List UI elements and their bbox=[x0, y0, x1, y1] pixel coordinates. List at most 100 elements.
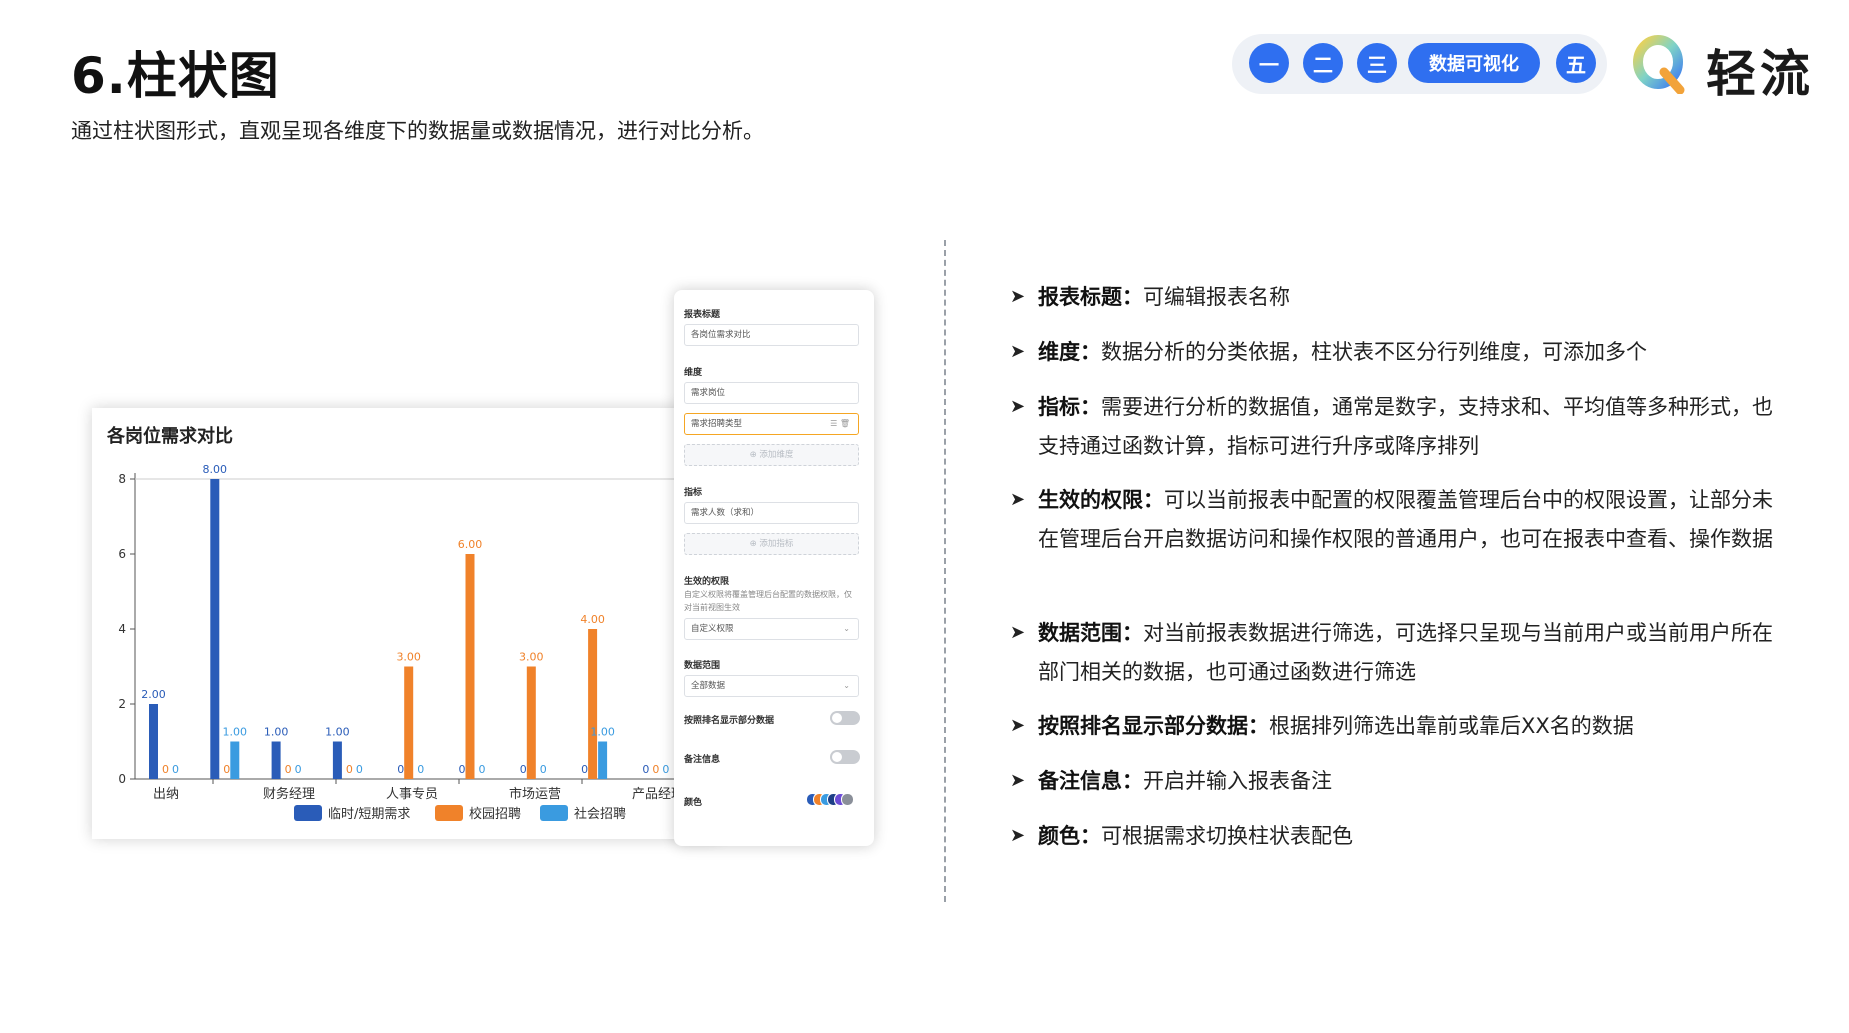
rank-toggle[interactable] bbox=[830, 711, 860, 725]
bar bbox=[332, 741, 342, 779]
delete-icon[interactable]: ☰ 🗑 bbox=[830, 414, 850, 434]
data-label: 2.00 bbox=[141, 688, 166, 701]
section-nav: 一 二 三 数据可视化 五 bbox=[1232, 34, 1607, 94]
feature-item: ➤ 维度：数据分析的分类依据，柱状表不区分行列维度，可添加多个 bbox=[1010, 333, 1790, 371]
permission-label: 生效的权限 bbox=[684, 577, 730, 587]
data-label: 0 bbox=[356, 763, 363, 776]
feature-item: ➤ 按照排名显示部分数据：根据排列筛选出靠前或靠后XX名的数据 bbox=[1010, 707, 1790, 745]
bar bbox=[210, 479, 220, 779]
feature-term: 备注信息： bbox=[1038, 769, 1143, 793]
permission-select[interactable]: 自定义权限 ⌄ bbox=[684, 618, 859, 640]
bar-chart: 024682.000 08.0001.00 1.000 01.000 0 03.000 06… bbox=[118, 463, 682, 822]
data-label: 1.00 bbox=[223, 726, 248, 739]
legend-swatch bbox=[435, 805, 463, 821]
arrow-icon: ➤ bbox=[1010, 825, 1026, 846]
data-label: 0 bbox=[662, 763, 669, 776]
feature-item: ➤ 报表标题：可编辑报表名称 bbox=[1010, 278, 1790, 316]
range-select[interactable]: 全部数据 ⌄ bbox=[684, 675, 859, 697]
data-label: 0 bbox=[520, 763, 527, 776]
feature-term: 生效的权限： bbox=[1038, 488, 1164, 512]
data-label: 0 bbox=[540, 763, 547, 776]
data-label: 8.00 bbox=[203, 463, 228, 476]
feature-desc: 需要进行分析的数据值，通常是数字，支持求和、平均值等多种形式，也支持通过函数计算… bbox=[1038, 395, 1773, 458]
chevron-down-icon: ⌄ bbox=[843, 681, 850, 690]
data-label: 0 bbox=[285, 763, 292, 776]
metric-field-1[interactable]: 需求人数（求和） bbox=[684, 502, 859, 524]
note-label: 备注信息 bbox=[684, 755, 721, 765]
y-tick-label: 6 bbox=[118, 547, 126, 561]
y-tick-label: 0 bbox=[118, 772, 126, 786]
data-label: 0 bbox=[479, 763, 486, 776]
bar bbox=[271, 741, 281, 779]
data-label: 0 bbox=[162, 763, 169, 776]
data-label: 4.00 bbox=[580, 613, 605, 626]
feature-term: 指标： bbox=[1038, 395, 1101, 419]
data-label: 1.00 bbox=[264, 726, 289, 739]
feature-text: 生效的权限：可以当前报表中配置的权限覆盖管理后台中的权限设置，让部分未在管理后台… bbox=[1038, 481, 1790, 558]
bar bbox=[598, 741, 608, 779]
nav-item-5[interactable]: 五 bbox=[1556, 43, 1596, 83]
nav-item-2[interactable]: 二 bbox=[1303, 43, 1343, 83]
feature-item: ➤ 备注信息：开启并输入报表备注 bbox=[1010, 762, 1790, 800]
range-select-value: 全部数据 bbox=[691, 681, 726, 691]
bar bbox=[588, 629, 598, 779]
feature-item: ➤ 生效的权限：可以当前报表中配置的权限覆盖管理后台中的权限设置，让部分未在管理后… bbox=[1010, 481, 1790, 596]
data-label: 3.00 bbox=[396, 651, 421, 664]
note-toggle[interactable] bbox=[830, 750, 860, 764]
feature-item: ➤ 颜色：可根据需求切换柱状表配色 bbox=[1010, 817, 1790, 855]
bar bbox=[149, 704, 158, 779]
bar bbox=[230, 741, 240, 779]
y-tick-label: 8 bbox=[118, 472, 126, 486]
x-tick-label: 财务经理 bbox=[263, 786, 315, 802]
metric-label: 指标 bbox=[684, 488, 703, 498]
dimension-field-1[interactable]: 需求岗位 bbox=[684, 382, 859, 404]
color-swatches[interactable] bbox=[806, 793, 862, 806]
legend-label: 临时/短期需求 bbox=[328, 807, 410, 822]
report-title-label: 报表标题 bbox=[684, 310, 721, 320]
permission-hint: 自定义权限将覆盖管理后台配置的数据权限，仅对当前视图生效 bbox=[684, 590, 852, 612]
data-label: 0 bbox=[223, 763, 230, 776]
y-tick-label: 2 bbox=[118, 697, 126, 711]
feature-desc: 开启并输入报表备注 bbox=[1143, 769, 1332, 793]
color-swatch[interactable] bbox=[841, 793, 854, 806]
bar bbox=[465, 554, 475, 779]
y-tick-label: 4 bbox=[118, 622, 126, 636]
arrow-icon: ➤ bbox=[1010, 396, 1026, 417]
data-label: 0 bbox=[397, 763, 404, 776]
dimension-field-2[interactable]: 需求招聘类型 ☰ 🗑 bbox=[684, 413, 859, 435]
brand-logo: 轻流 bbox=[1632, 34, 1822, 103]
nav-item-active[interactable]: 数据可视化 bbox=[1408, 43, 1540, 83]
feature-term: 维度： bbox=[1038, 340, 1101, 364]
feature-desc: 可根据需求切换柱状表配色 bbox=[1101, 824, 1353, 848]
brand-name: 轻流 bbox=[1706, 45, 1814, 103]
page-title: 6.柱状图 bbox=[71, 47, 280, 105]
range-label: 数据范围 bbox=[684, 661, 721, 671]
feature-term: 数据范围： bbox=[1038, 621, 1143, 645]
data-label: 0 bbox=[295, 763, 302, 776]
feature-text: 数据范围：对当前报表数据进行筛选，可选择只呈现与当前用户或当前用户所在部门相关的… bbox=[1038, 614, 1790, 691]
feature-text: 报表标题：可编辑报表名称 bbox=[1038, 278, 1790, 317]
data-label: 3.00 bbox=[519, 651, 544, 664]
feature-desc: 对当前报表数据进行筛选，可选择只呈现与当前用户或当前用户所在部门相关的数据，也可… bbox=[1038, 621, 1773, 684]
feature-text: 指标：需要进行分析的数据值，通常是数字，支持求和、平均值等多种形式，也支持通过函… bbox=[1038, 388, 1790, 465]
arrow-icon: ➤ bbox=[1010, 622, 1026, 643]
color-label: 颜色 bbox=[684, 798, 703, 808]
permission-select-value: 自定义权限 bbox=[691, 624, 734, 634]
feature-item: ➤ 指标：需要进行分析的数据值，通常是数字，支持求和、平均值等多种形式，也支持通过… bbox=[1010, 388, 1790, 465]
add-dimension-button[interactable]: ⊕ 添加维度 bbox=[684, 444, 859, 466]
chevron-down-icon: ⌄ bbox=[843, 624, 850, 633]
nav-item-3[interactable]: 三 bbox=[1357, 43, 1397, 83]
arrow-icon: ➤ bbox=[1010, 286, 1026, 307]
arrow-icon: ➤ bbox=[1010, 770, 1026, 791]
add-metric-button[interactable]: ⊕ 添加指标 bbox=[684, 533, 859, 555]
feature-text: 颜色：可根据需求切换柱状表配色 bbox=[1038, 817, 1790, 856]
report-title-input[interactable]: 各岗位需求对比 bbox=[684, 324, 859, 346]
feature-term: 报表标题： bbox=[1038, 285, 1143, 309]
rank-label: 按照排名显示部分数据 bbox=[684, 716, 775, 726]
data-label: 0 bbox=[581, 763, 588, 776]
nav-item-1[interactable]: 一 bbox=[1249, 43, 1289, 83]
logo-q-icon bbox=[1633, 35, 1685, 94]
bar bbox=[526, 666, 536, 779]
config-panel: 报表标题 各岗位需求对比 维度 需求岗位 需求招聘类型 ☰ 🗑 ⊕ 添加维度 指… bbox=[674, 290, 874, 846]
feature-text: 按照排名显示部分数据：根据排列筛选出靠前或靠后XX名的数据 bbox=[1038, 707, 1790, 746]
